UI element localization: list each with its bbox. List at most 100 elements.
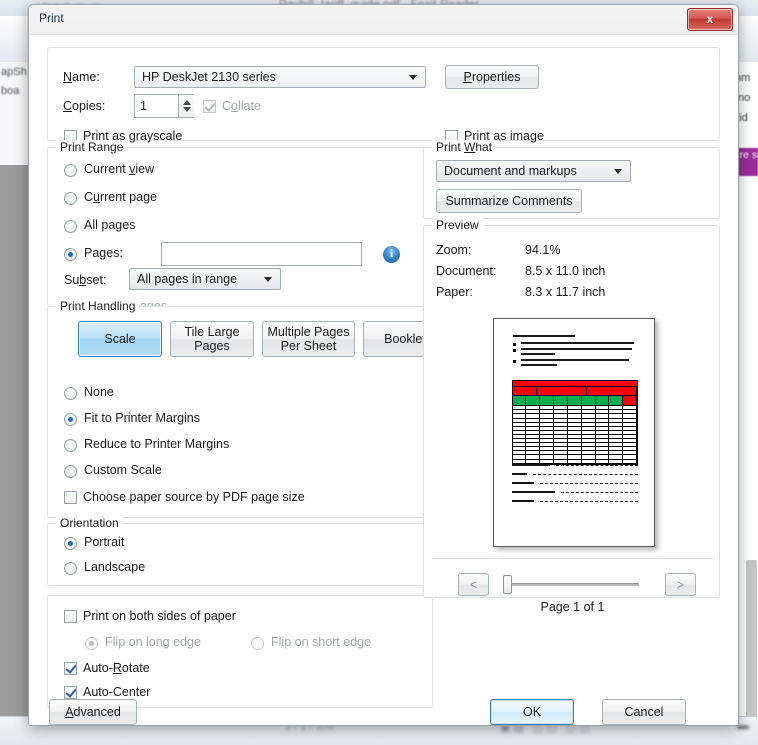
auto-rotate-label[interactable]: Auto-Rotate [83,661,150,675]
orientation-legend: Orientation [56,516,123,530]
stepper-down-icon[interactable] [183,107,191,112]
printer-name-label: Name: [63,70,100,84]
printer-select[interactable]: HP DeskJet 2130 series [134,66,426,88]
scale-fit-to-margins-radio[interactable] [64,413,77,426]
range-all-pages-label[interactable]: All pages [84,218,135,232]
preview-page-slider-thumb[interactable] [503,575,512,594]
print-dialog: Print x Name: HP DeskJet 2130 series Pro… [28,4,739,726]
dialog-title: Print [39,11,64,25]
scale-custom-radio[interactable] [64,465,77,478]
properties-button-label: Properties [463,70,521,84]
orientation-landscape-radio[interactable] [64,562,77,575]
properties-button[interactable]: Properties [445,65,539,89]
background-left-panel-fill [0,165,29,717]
print-what-legend: Print What [432,140,497,154]
chevron-down-icon [614,169,622,174]
range-current-page-label[interactable]: Current page [84,190,157,204]
preview-prev-page-button[interactable]: < [458,573,489,596]
print-what-group: Print What Document and markups Summariz… [423,140,720,219]
printer-select-value: HP DeskJet 2130 series [142,70,276,84]
orientation-group: Orientation Portrait Landscape [47,516,433,586]
handling-booklet-label: Booklet [384,332,426,346]
range-current-view-radio[interactable] [64,164,77,177]
info-icon-glyph: i [389,248,394,260]
collate-label: Collate [222,99,261,113]
preview-table-header-row [511,387,638,397]
copies-value: 1 [140,99,147,113]
handling-scale-button[interactable]: Scale [78,321,162,357]
summarize-comments-label: Summarize Comments [445,194,573,208]
preview-group: Preview Zoom: 94.1% Document: 8.5 x 11.0… [423,218,720,614]
ok-button-label: OK [522,705,542,719]
range-current-view-label[interactable]: Current view [84,162,154,176]
preview-prev-page-label: < [469,577,478,592]
print-what-value: Document and markups [444,164,577,178]
preview-next-page-label: > [676,577,685,592]
scale-custom-label[interactable]: Custom Scale [84,463,162,477]
preview-zoom-label: Zoom: [436,243,472,257]
handling-tile-large-pages-label: Tile Large Pages [184,325,240,353]
cancel-button-label: Cancel [624,705,664,719]
advanced-button[interactable]: Advanced [49,699,137,725]
preview-zoom-value: 94.1% [525,243,561,257]
info-icon[interactable]: i [383,246,400,263]
paper-source-label[interactable]: Choose paper source by PDF page size [83,490,305,504]
range-pages-radio[interactable] [64,248,77,261]
print-what-select[interactable]: Document and markups [436,160,631,182]
scale-none-label[interactable]: None [84,385,114,399]
print-handling-legend: Print Handling [56,299,140,313]
print-range-legend: Print Range [56,140,128,154]
range-all-pages-radio[interactable] [64,220,77,233]
preview-paper-label: Paper: [436,285,473,299]
both-sides-label[interactable]: Print on both sides of paper [83,609,236,623]
close-icon[interactable]: x [687,8,733,31]
preview-document-label: Document: [436,264,497,278]
dialog-titlebar: Print x [29,5,738,34]
scale-fit-to-margins-label[interactable]: Fit to Printer Margins [84,411,200,425]
stepper-up-icon[interactable] [183,100,191,105]
orientation-portrait-label[interactable]: Portrait [84,535,124,549]
handling-scale-label: Scale [104,332,136,346]
scale-reduce-to-margins-label[interactable]: Reduce to Printer Margins [84,437,229,451]
copies-stepper[interactable] [178,95,194,117]
printer-group: Name: HP DeskJet 2130 series Properties … [47,47,720,143]
dialog-body: Name: HP DeskJet 2130 series Properties … [29,34,738,725]
both-sides-checkbox[interactable] [64,610,77,623]
auto-center-label[interactable]: Auto-Center [83,685,150,699]
preview-next-page-button[interactable]: > [665,573,696,596]
flip-long-edge-radio [85,637,98,650]
paper-source-checkbox[interactable] [64,491,77,504]
collate-checkbox [203,100,216,113]
subset-label: Subset: [64,273,107,287]
subset-select[interactable]: All pages in range [129,268,281,290]
preview-table-body [511,406,638,465]
auto-rotate-checkbox[interactable] [64,662,77,675]
duplex-group: Print on both sides of paper Flip on lon… [47,595,433,708]
auto-center-checkbox[interactable] [64,686,77,699]
handling-multiple-pages-button[interactable]: Multiple Pages Per Sheet [262,321,355,357]
subset-select-value: All pages in range [137,272,238,286]
preview-page-slider-track[interactable] [504,583,639,586]
advanced-button-label: Advanced [65,705,121,719]
scale-reduce-to-margins-radio[interactable] [64,439,77,452]
pages-input[interactable] [161,242,362,266]
background-right-scrollbar[interactable] [746,560,757,717]
cancel-button[interactable]: Cancel [602,699,686,725]
summarize-comments-button[interactable]: Summarize Comments [436,189,582,213]
range-current-page-radio[interactable] [64,192,77,205]
preview-table-subheader-row [511,396,638,407]
preview-page-status: Page 1 of 1 [540,600,605,614]
ok-button[interactable]: OK [490,699,574,725]
preview-document-value: 8.5 x 11.0 inch [525,264,606,278]
handling-tile-large-pages-button[interactable]: Tile Large Pages [170,321,254,357]
preview-thumbnail-text-block [513,334,641,370]
preview-divider [432,558,713,559]
orientation-portrait-radio[interactable] [64,537,77,550]
scale-none-radio[interactable] [64,387,77,400]
preview-paper-value: 8.3 x 11.7 inch [525,285,606,299]
flip-long-edge-label: Flip on long edge [105,635,201,649]
print-handling-group: Print Handling Scale Tile Large Pages Mu… [47,299,447,518]
print-range-group: Print Range Current view Current page Al… [47,140,433,313]
orientation-landscape-label[interactable]: Landscape [84,560,145,574]
range-pages-label[interactable]: Pages: [84,246,123,260]
